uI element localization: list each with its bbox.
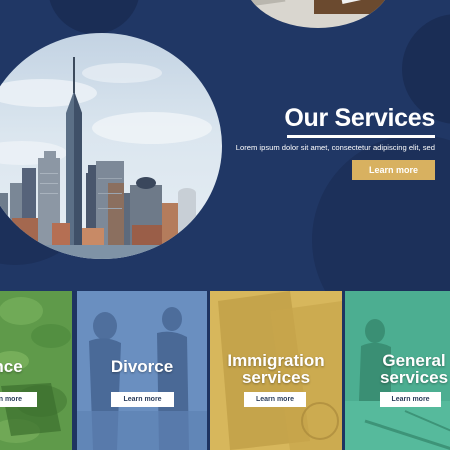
card-title-line1: Immigration	[227, 351, 325, 370]
decorative-circle	[48, 0, 140, 34]
decorative-circle	[312, 135, 450, 291]
services-description: Lorem ipsum dolor sit amet, consectetur …	[235, 143, 435, 152]
service-card-general[interactable]: General services Learn more	[345, 291, 450, 450]
skyline-illustration	[0, 57, 222, 259]
card-learn-more-button[interactable]: Learn more	[0, 392, 37, 407]
service-card-divorce[interactable]: Divorce Learn more	[77, 291, 207, 450]
card-title-line2: services	[379, 368, 449, 387]
card-title-line1: General	[382, 351, 446, 370]
office-desk-photo	[244, 0, 392, 28]
card-learn-more-button[interactable]: Learn more	[380, 392, 441, 407]
card-learn-more-button[interactable]: Learn more	[111, 392, 174, 407]
learn-more-button[interactable]: Learn more	[352, 160, 435, 180]
desk-shape	[314, 0, 392, 14]
service-cards: Insurance Learn more Divorce Learn more	[0, 291, 450, 450]
card-learn-more-button[interactable]: Learn more	[244, 392, 306, 407]
card-title-line2: services	[241, 368, 311, 387]
service-card-insurance[interactable]: Insurance Learn more	[0, 291, 72, 450]
card-title: Insurance	[0, 357, 23, 376]
keyboard-shape	[248, 0, 286, 7]
services-heading: Our Services	[284, 104, 435, 132]
card-title: Divorce	[110, 357, 174, 376]
city-skyline-photo	[0, 33, 222, 259]
service-card-immigration[interactable]: Immigration services Learn more	[210, 291, 342, 450]
heading-underline	[287, 135, 435, 138]
services-hero: Our Services Lorem ipsum dolor sit amet,…	[0, 0, 450, 291]
page: Our Services Lorem ipsum dolor sit amet,…	[0, 0, 450, 450]
